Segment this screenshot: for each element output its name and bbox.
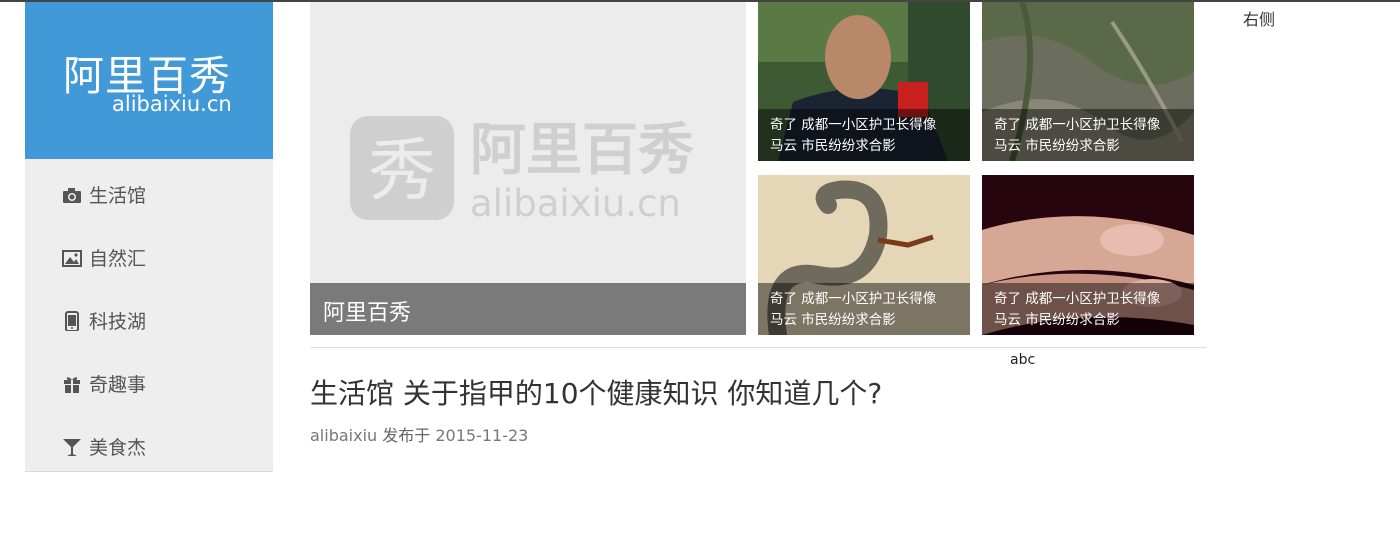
thumb-caption-line: 马云 市民纷纷求合影 xyxy=(770,312,896,328)
thumb-caption-line: 马云 市民纷纷求合影 xyxy=(770,138,896,154)
sidebar-item-tech[interactable]: 科技湖 xyxy=(25,285,273,348)
hero-logo-graphic: 秀 阿里百秀 alibaixiu.cn xyxy=(350,116,694,225)
sidebar-item-label: 自然汇 xyxy=(89,248,147,270)
divider xyxy=(310,347,1206,348)
sidebar-item-food[interactable]: 美食杰 xyxy=(25,411,273,474)
hero-logo-cn: 阿里百秀 xyxy=(470,118,694,183)
news-thumb[interactable]: 奇了 成都一小区护卫长得像 马云 市民纷纷求合影 xyxy=(982,175,1194,335)
sidebar-item-life[interactable]: 生活馆 xyxy=(25,159,273,222)
article-title[interactable]: 生活馆 关于指甲的10个健康知识 你知道几个? xyxy=(310,372,882,412)
right-column-label: 右侧 xyxy=(1243,10,1276,29)
hero-caption-bar: 阿里百秀 xyxy=(310,283,746,335)
hero-caption: 阿里百秀 xyxy=(323,301,412,326)
thumb-caption-line: 马云 市民纷纷求合影 xyxy=(994,312,1120,328)
published-prefix: 发布于 xyxy=(382,426,431,445)
news-thumb[interactable]: 奇了 成都一小区护卫长得像 马云 市民纷纷求合影 xyxy=(758,2,970,161)
article-author[interactable]: alibaixiu xyxy=(310,426,377,445)
news-thumb[interactable]: 奇了 成都一小区护卫长得像 马云 市民纷纷求合影 xyxy=(982,2,1194,161)
thumb-caption-line: 马云 市民纷纷求合影 xyxy=(994,138,1120,154)
article-date: 2015-11-23 xyxy=(435,426,529,445)
camera-icon xyxy=(63,188,81,203)
phone-icon xyxy=(65,311,79,331)
sidebar-nav: 生活馆 自然汇 科技湖 奇趣事 美食杰 xyxy=(25,159,273,474)
logo-text-en: alibaixiu.cn xyxy=(112,92,232,116)
news-thumb[interactable]: 奇了 成都一小区护卫长得像 马云 市民纷纷求合影 xyxy=(758,175,970,335)
sidebar-item-label: 奇趣事 xyxy=(89,374,147,396)
hero-logo-glyph: 秀 xyxy=(368,132,436,211)
hero-banner[interactable]: 秀 阿里百秀 alibaixiu.cn 阿里百秀 xyxy=(310,2,746,335)
thumb-caption-line: 奇了 成都一小区护卫长得像 xyxy=(994,291,1161,307)
sidebar-item-label: 生活馆 xyxy=(89,185,147,207)
glass-icon xyxy=(63,439,81,456)
thumb-caption-line: 奇了 成都一小区护卫长得像 xyxy=(994,117,1161,133)
site-logo[interactable]: 阿里百秀 alibaixiu.cn xyxy=(25,2,273,159)
gift-icon xyxy=(64,377,80,393)
picture-icon xyxy=(62,250,82,267)
sidebar-item-label: 科技湖 xyxy=(89,311,147,333)
thumb-caption: 奇了 成都一小区护卫长得像 马云 市民纷纷求合影 xyxy=(982,283,1194,335)
sidebar-item-nature[interactable]: 自然汇 xyxy=(25,222,273,285)
sidebar-item-label: 美食杰 xyxy=(89,437,147,459)
hero-logo-en: alibaixiu.cn xyxy=(470,182,681,224)
article-meta: alibaixiu 发布于 2015-11-23 xyxy=(310,422,528,446)
thumb-caption-line: 奇了 成都一小区护卫长得像 xyxy=(770,117,937,133)
thumb-caption-line: 奇了 成都一小区护卫长得像 xyxy=(770,291,937,307)
sidebar: 阿里百秀 alibaixiu.cn 生活馆 自然汇 科技湖 奇趣事 美食杰 xyxy=(25,2,273,472)
thumb-caption: 奇了 成都一小区护卫长得像 马云 市民纷纷求合影 xyxy=(758,283,970,335)
abc-label: abc xyxy=(1010,352,1036,368)
thumb-caption: 奇了 成都一小区护卫长得像 马云 市民纷纷求合影 xyxy=(758,109,970,161)
thumb-caption: 奇了 成都一小区护卫长得像 马云 市民纷纷求合影 xyxy=(982,109,1194,161)
hero-watermark: 秀 阿里百秀 alibaixiu.cn xyxy=(350,114,710,228)
sidebar-item-fun[interactable]: 奇趣事 xyxy=(25,348,273,411)
